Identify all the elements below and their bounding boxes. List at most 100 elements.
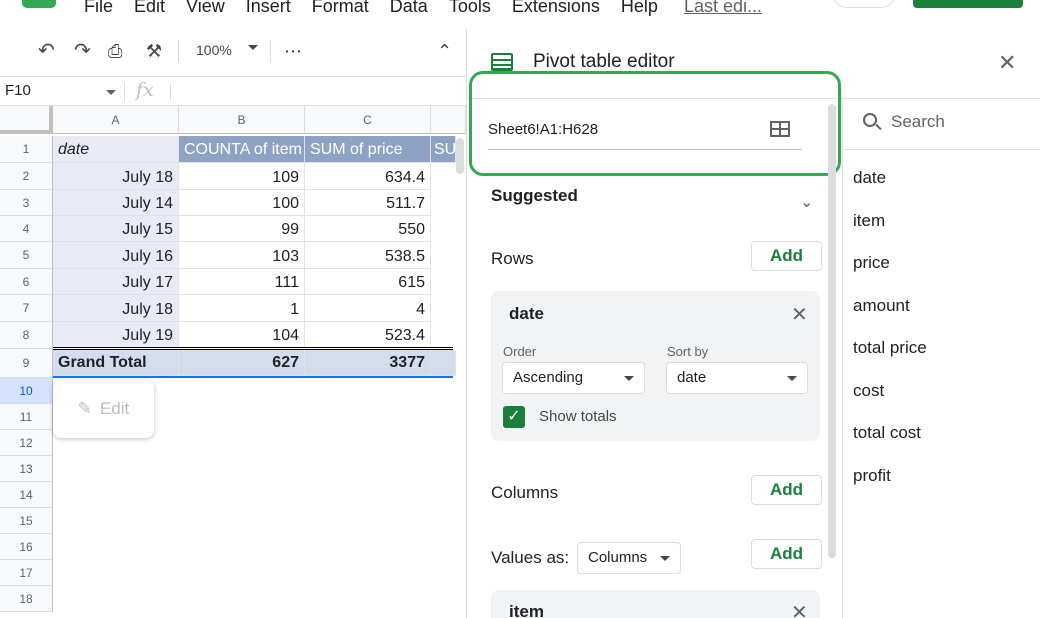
print-icon[interactable]: ⎙ — [108, 40, 122, 62]
count-cell[interactable]: 103 — [179, 242, 305, 269]
date-cell[interactable]: July 15 — [53, 216, 179, 242]
field-item-price[interactable]: price — [853, 253, 890, 273]
sum-cell[interactable]: 634.4 — [305, 163, 431, 190]
sum-cell[interactable]: 538.5 — [305, 242, 431, 269]
close-icon[interactable]: ✕ — [791, 600, 808, 618]
row-header[interactable]: 3 — [0, 190, 53, 216]
values-as-select[interactable]: Columns — [577, 542, 681, 574]
field-item-cost[interactable]: cost — [853, 381, 884, 401]
sum-cell[interactable]: 4 — [305, 295, 431, 322]
count-cell[interactable]: 1 — [179, 295, 305, 322]
date-cell[interactable]: July 17 — [53, 269, 179, 295]
grid-select-icon[interactable] — [770, 121, 790, 137]
count-cell[interactable]: 100 — [179, 190, 305, 216]
collapse-toolbar-icon[interactable]: ⌃ — [437, 40, 452, 62]
date-cell[interactable]: July 19 — [53, 322, 179, 348]
row-header[interactable]: 17 — [0, 560, 53, 586]
zoom-caret-icon[interactable] — [248, 45, 258, 50]
row-header[interactable]: 13 — [0, 456, 53, 482]
date-cell[interactable]: July 18 — [53, 163, 179, 190]
count-cell[interactable]: 111 — [179, 269, 305, 295]
row-header[interactable]: 5 — [0, 242, 53, 269]
count-cell[interactable]: 99 — [179, 216, 305, 242]
add-values-button[interactable]: Add — [751, 539, 822, 569]
count-cell[interactable]: 104 — [179, 322, 305, 348]
pivot-header-cell[interactable]: COUNTA of item — [179, 136, 305, 163]
date-cell[interactable]: July 16 — [53, 242, 179, 269]
row-header[interactable]: 11 — [0, 404, 53, 430]
column-header-a[interactable]: A — [53, 106, 179, 134]
row-header[interactable]: 15 — [0, 508, 53, 534]
field-item-total-price[interactable]: total price — [853, 338, 927, 358]
grand-total-label[interactable]: Grand Total — [53, 350, 179, 376]
field-item-item[interactable]: item — [853, 211, 885, 231]
row-header[interactable]: 14 — [0, 482, 53, 508]
field-item-profit[interactable]: profit — [853, 466, 891, 486]
sum-cell[interactable]: 511.7 — [305, 190, 431, 216]
sum-cell[interactable]: 523.4 — [305, 322, 431, 348]
edit-pivot-button[interactable]: ✎ Edit — [53, 380, 154, 438]
row-header[interactable]: 2 — [0, 163, 53, 190]
row-header[interactable]: 1 — [0, 136, 53, 163]
row-header[interactable]: 7 — [0, 295, 53, 322]
panel-scrollbar[interactable] — [828, 104, 836, 558]
column-header-b[interactable]: B — [179, 106, 305, 134]
chevron-down-icon[interactable]: ⌄ — [800, 192, 813, 212]
menu-data[interactable]: Data — [390, 0, 428, 17]
zoom-select[interactable]: 100% — [196, 42, 232, 58]
row-header[interactable]: 6 — [0, 269, 53, 295]
pivot-header-cell[interactable]: SU — [431, 136, 456, 163]
row-header[interactable]: 16 — [0, 534, 53, 560]
row-header[interactable]: 18 — [0, 586, 53, 612]
paint-format-icon[interactable]: ⚒ — [146, 40, 162, 62]
search-input[interactable] — [891, 110, 1031, 134]
sheets-logo[interactable] — [22, 0, 56, 8]
menu-view[interactable]: View — [186, 0, 225, 17]
row-header[interactable]: 8 — [0, 322, 53, 349]
close-icon[interactable]: ✕ — [998, 50, 1016, 76]
date-cell[interactable]: July 18 — [53, 295, 179, 322]
undo-icon[interactable]: ↶ — [38, 40, 55, 62]
add-columns-button[interactable]: Add — [751, 475, 822, 505]
name-box[interactable]: F10 — [5, 82, 31, 99]
sort-by-select[interactable]: date — [666, 362, 808, 394]
menu-file[interactable]: File — [84, 0, 113, 17]
select-all-corner[interactable] — [0, 106, 53, 134]
column-header-c[interactable]: C — [305, 106, 431, 134]
grand-total-count[interactable]: 627 — [179, 350, 305, 376]
sum-cell[interactable]: 550 — [305, 216, 431, 242]
more-icon[interactable]: ⋯ — [284, 40, 302, 62]
menu-edit[interactable]: Edit — [134, 0, 165, 17]
order-select[interactable]: Ascending — [502, 362, 645, 394]
count-cell[interactable]: 109 — [179, 163, 305, 190]
meet-button[interactable] — [832, 0, 896, 8]
field-item-amount[interactable]: amount — [853, 296, 910, 316]
redo-icon[interactable]: ↷ — [74, 40, 91, 62]
menu-format[interactable]: Format — [312, 0, 369, 17]
row-header[interactable]: 9 — [0, 349, 53, 378]
menu-help[interactable]: Help — [621, 0, 658, 17]
last-edit-link[interactable]: Last edi... — [684, 0, 762, 17]
menu-tools[interactable]: Tools — [449, 0, 491, 17]
data-range-input[interactable]: Sheet6!A1:H628 — [488, 121, 598, 138]
field-item-date[interactable]: date — [853, 168, 886, 188]
row-header[interactable]: 4 — [0, 216, 53, 242]
grand-total-cell[interactable] — [431, 350, 456, 376]
suggested-label[interactable]: Suggested — [491, 186, 578, 206]
spreadsheet-grid[interactable]: A B C 1 2 3 4 5 6 7 8 9 10 11 12 13 14 1… — [0, 106, 466, 618]
close-icon[interactable]: ✕ — [791, 302, 808, 327]
sum-cell[interactable]: 615 — [305, 269, 431, 295]
menu-extensions[interactable]: Extensions — [512, 0, 600, 17]
date-cell[interactable]: July 14 — [53, 190, 179, 216]
pivot-header-cell[interactable]: SUM of price — [305, 136, 431, 163]
grand-total-sum[interactable]: 3377 — [305, 350, 431, 376]
row-header[interactable]: 12 — [0, 430, 53, 456]
show-totals-label[interactable]: Show totals — [539, 408, 617, 425]
row-header-selected[interactable]: 10 — [0, 378, 53, 404]
name-box-caret-icon[interactable] — [106, 90, 116, 95]
column-header-d[interactable] — [431, 106, 466, 134]
add-rows-button[interactable]: Add — [751, 241, 822, 271]
menu-insert[interactable]: Insert — [246, 0, 291, 17]
field-item-total-cost[interactable]: total cost — [853, 423, 921, 443]
share-button[interactable] — [913, 0, 1023, 8]
